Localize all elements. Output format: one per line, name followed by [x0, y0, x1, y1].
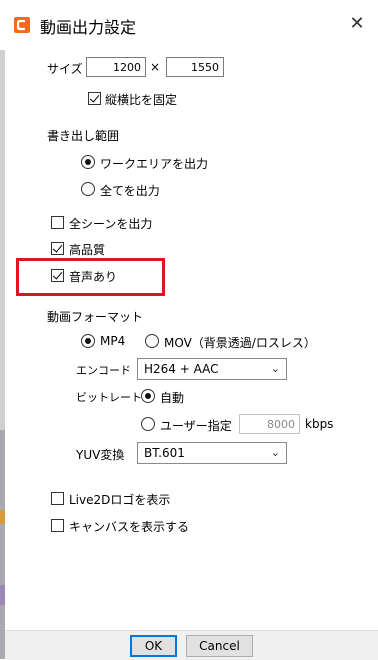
size-separator: ×: [150, 60, 161, 74]
workarea-label: ワークエリアを出力: [100, 157, 209, 171]
export-range-heading: 書き出し範囲: [47, 129, 120, 143]
app-logo-icon: [14, 17, 30, 33]
bitrate-auto-label: 自動: [160, 391, 185, 405]
yuv-label: YUV変換: [76, 448, 125, 462]
bitrate-user-radio[interactable]: [141, 417, 155, 431]
background-window-stripe: [0, 585, 5, 605]
bitrate-input[interactable]: [239, 414, 300, 434]
live2d-logo-label: Live2Dロゴを表示: [69, 493, 171, 507]
mov-radio[interactable]: [145, 334, 159, 348]
width-input[interactable]: [86, 57, 146, 77]
export-all-radio[interactable]: [81, 182, 95, 196]
all-scenes-label: 全シーンを出力: [69, 217, 153, 231]
high-quality-checkbox[interactable]: [51, 242, 64, 255]
live2d-logo-checkbox[interactable]: [51, 492, 64, 505]
mp4-radio[interactable]: [81, 334, 95, 348]
show-canvas-checkbox[interactable]: [51, 519, 64, 532]
chevron-down-icon: ⌄: [270, 362, 280, 375]
workarea-radio[interactable]: [81, 155, 95, 169]
encode-select[interactable]: H264 + AAC ⌄: [137, 358, 287, 380]
high-quality-label: 高品質: [69, 243, 106, 257]
yuv-select[interactable]: BT.601 ⌄: [137, 442, 287, 464]
encode-value: H264 + AAC: [144, 362, 219, 376]
keep-ratio-checkbox[interactable]: [88, 92, 101, 105]
cancel-button[interactable]: Cancel: [186, 635, 253, 657]
mov-label: MOV（背景透過/ロスレス）: [164, 336, 316, 350]
keep-ratio-label: 縦横比を固定: [105, 93, 178, 107]
bitrate-unit: kbps: [305, 417, 334, 431]
video-format-heading: 動画フォーマット: [47, 310, 144, 324]
yuv-value: BT.601: [144, 446, 185, 460]
bitrate-label: ビットレート: [76, 391, 142, 404]
window-title: 動画出力設定: [40, 18, 137, 37]
ok-button[interactable]: OK: [130, 635, 177, 657]
height-input[interactable]: [166, 57, 224, 77]
show-canvas-label: キャンバスを表示する: [69, 520, 190, 534]
size-label: サイズ: [47, 62, 83, 76]
bitrate-auto-radio[interactable]: [141, 389, 155, 403]
encode-label: エンコード: [76, 364, 131, 377]
mp4-label: MP4: [100, 334, 126, 348]
red-highlight-box: [16, 258, 165, 296]
chevron-down-icon: ⌄: [270, 446, 280, 459]
background-window-stripe: [0, 510, 5, 524]
bitrate-user-label: ユーザー指定: [160, 419, 232, 433]
export-all-label: 全てを出力: [100, 184, 160, 198]
all-scenes-checkbox[interactable]: [51, 216, 64, 229]
close-icon[interactable]: ✕: [346, 13, 368, 35]
background-window-panel: [0, 430, 5, 659]
